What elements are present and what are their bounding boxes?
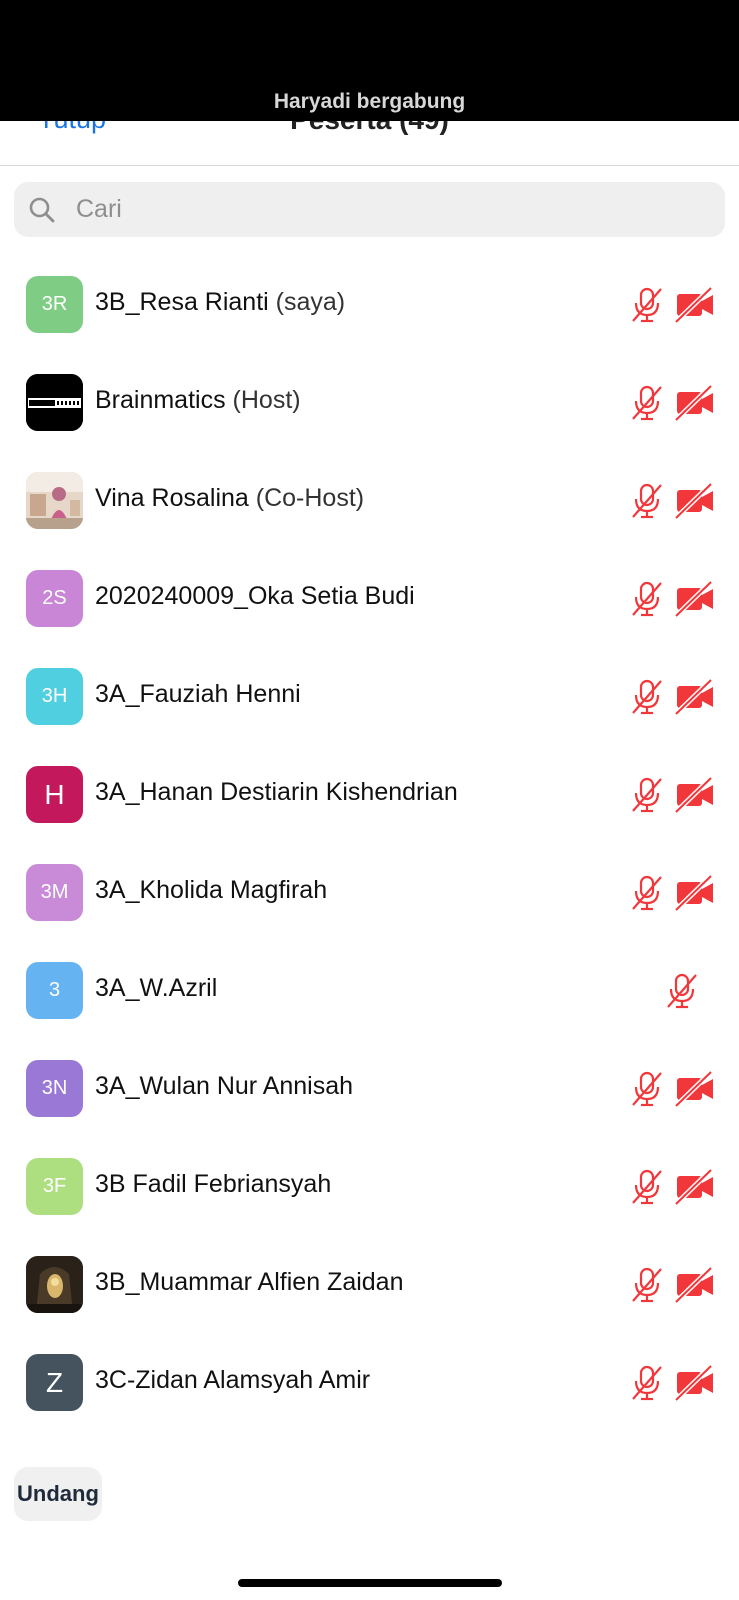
avatar: 3F [26,1158,83,1215]
mic-muted-icon[interactable] [630,287,664,323]
participant-row[interactable]: H 3A_Hanan Destiarin Kishendrian [0,745,739,843]
avatar-initials: 3R [41,293,68,315]
participant-name-line: 3B Fadil Febriansyah [95,1170,331,1199]
join-notification-banner: Haryadi bergabung [0,0,739,121]
avatar [26,374,83,431]
video-off-icon[interactable] [675,581,715,617]
participant-name: 3B_Resa Rianti [95,288,269,316]
video-off-icon[interactable] [675,1365,715,1401]
participant-role: (Co-Host) [255,484,365,512]
participant-row[interactable]: 3R 3B_Resa Rianti (saya) [0,255,739,353]
avatar: 3 [26,962,83,1019]
profile-photo [26,472,83,529]
mic-muted-icon[interactable] [630,581,664,617]
avatar: H [26,766,83,823]
video-off-icon[interactable] [675,287,715,323]
avatar-initials: 3F [42,1175,67,1197]
avatar-initials: Z [45,1366,64,1398]
mic-muted-icon[interactable] [630,1267,664,1303]
search-icon [29,197,55,223]
avatar-initials: 2S [42,587,67,609]
mic-muted-icon[interactable] [630,1169,664,1205]
avatar [26,472,83,529]
participant-name-line: 3A_Kholida Magfirah [95,876,327,905]
mic-muted-icon[interactable] [630,1365,664,1401]
brainmatics-logo [26,374,83,431]
participant-row[interactable]: Brainmatics (Host) [0,353,739,451]
mic-muted-icon[interactable] [630,1071,664,1107]
avatar: 3H [26,668,83,725]
participant-row[interactable]: 3B_Muammar Alfien Zaidan [0,1235,739,1333]
search-input[interactable] [76,182,696,237]
participant-name: 3A_W.Azril [95,974,218,1002]
participant-name: 2020240009_Oka Setia Budi [95,582,415,610]
avatar-initials: 3H [41,685,68,707]
participant-row[interactable]: Z 3C-Zidan Alamsyah Amir [0,1333,739,1431]
video-off-icon[interactable] [675,1267,715,1303]
participant-row[interactable]: 3H 3A_Fauziah Henni [0,647,739,745]
avatar: 3N [26,1060,83,1117]
participant-name-line: Vina Rosalina (Co-Host) [95,484,364,513]
avatar: Z [26,1354,83,1411]
participant-name-line: 3A_W.Azril [95,974,217,1003]
participant-role: (Host) [232,386,301,414]
video-off-icon[interactable] [675,483,715,519]
participant-name: 3B_Muammar Alfien Zaidan [95,1268,404,1296]
participant-name: Brainmatics [95,386,226,414]
mic-muted-icon[interactable] [630,483,664,519]
participant-name-line: 3A_Hanan Destiarin Kishendrian [95,778,458,807]
search-bar[interactable] [14,182,725,237]
participant-name-line: 3A_Fauziah Henni [95,680,301,709]
avatar: 3M [26,864,83,921]
participant-name-line: 3C-Zidan Alamsyah Amir [95,1366,370,1395]
avatar: 2S [26,570,83,627]
participant-row[interactable]: 3F 3B Fadil Febriansyah [0,1137,739,1235]
join-notification-text: Haryadi bergabung [273,90,466,113]
video-off-icon[interactable] [675,1169,715,1205]
mic-muted-icon[interactable] [630,385,664,421]
mic-muted-icon[interactable] [630,777,664,813]
avatar [26,1256,83,1313]
participant-list: 3R 3B_Resa Rianti (saya) Brainmatics (Hos… [0,255,739,1431]
participant-name: 3C-Zidan Alamsyah Amir [95,1366,371,1394]
participant-name-line: 3B_Muammar Alfien Zaidan [95,1268,403,1297]
participant-name: 3A_Wulan Nur Annisah [95,1072,354,1100]
participant-row[interactable]: Vina Rosalina (Co-Host) [0,451,739,549]
mic-muted-icon[interactable] [630,875,664,911]
video-off-icon[interactable] [675,679,715,715]
mic-muted-icon[interactable] [630,679,664,715]
participant-name: 3A_Fauziah Henni [95,680,301,708]
video-off-icon[interactable] [675,875,715,911]
participant-role: (saya) [275,288,346,316]
avatar-initials: H [44,778,65,810]
participant-row[interactable]: 3M 3A_Kholida Magfirah [0,843,739,941]
avatar-initials: 3N [41,1077,68,1099]
mic-muted-icon[interactable] [665,973,699,1009]
participant-name: 3B Fadil Febriansyah [95,1170,332,1198]
participant-name-line: Brainmatics (Host) [95,386,301,415]
video-off-icon[interactable] [675,777,715,813]
participant-name: Vina Rosalina [95,484,249,512]
invite-button[interactable]: Undang [14,1467,102,1521]
avatar-initials: 3 [48,979,61,1001]
participant-name-line: 2020240009_Oka Setia Budi [95,582,415,611]
avatar: 3R [26,276,83,333]
home-indicator [238,1579,502,1587]
participant-name: 3A_Kholida Magfirah [95,876,328,904]
avatar-initials: 3M [40,881,69,903]
participant-row[interactable]: 3 3A_W.Azril [0,941,739,1039]
participant-row[interactable]: 3N 3A_Wulan Nur Annisah [0,1039,739,1137]
profile-photo [26,1256,83,1313]
participant-name-line: 3A_Wulan Nur Annisah [95,1072,353,1101]
participant-name: 3A_Hanan Destiarin Kishendrian [95,778,458,806]
video-off-icon[interactable] [675,385,715,421]
video-off-icon[interactable] [675,1071,715,1107]
participant-row[interactable]: 2S 2020240009_Oka Setia Budi [0,549,739,647]
participant-name-line: 3B_Resa Rianti (saya) [95,288,345,317]
